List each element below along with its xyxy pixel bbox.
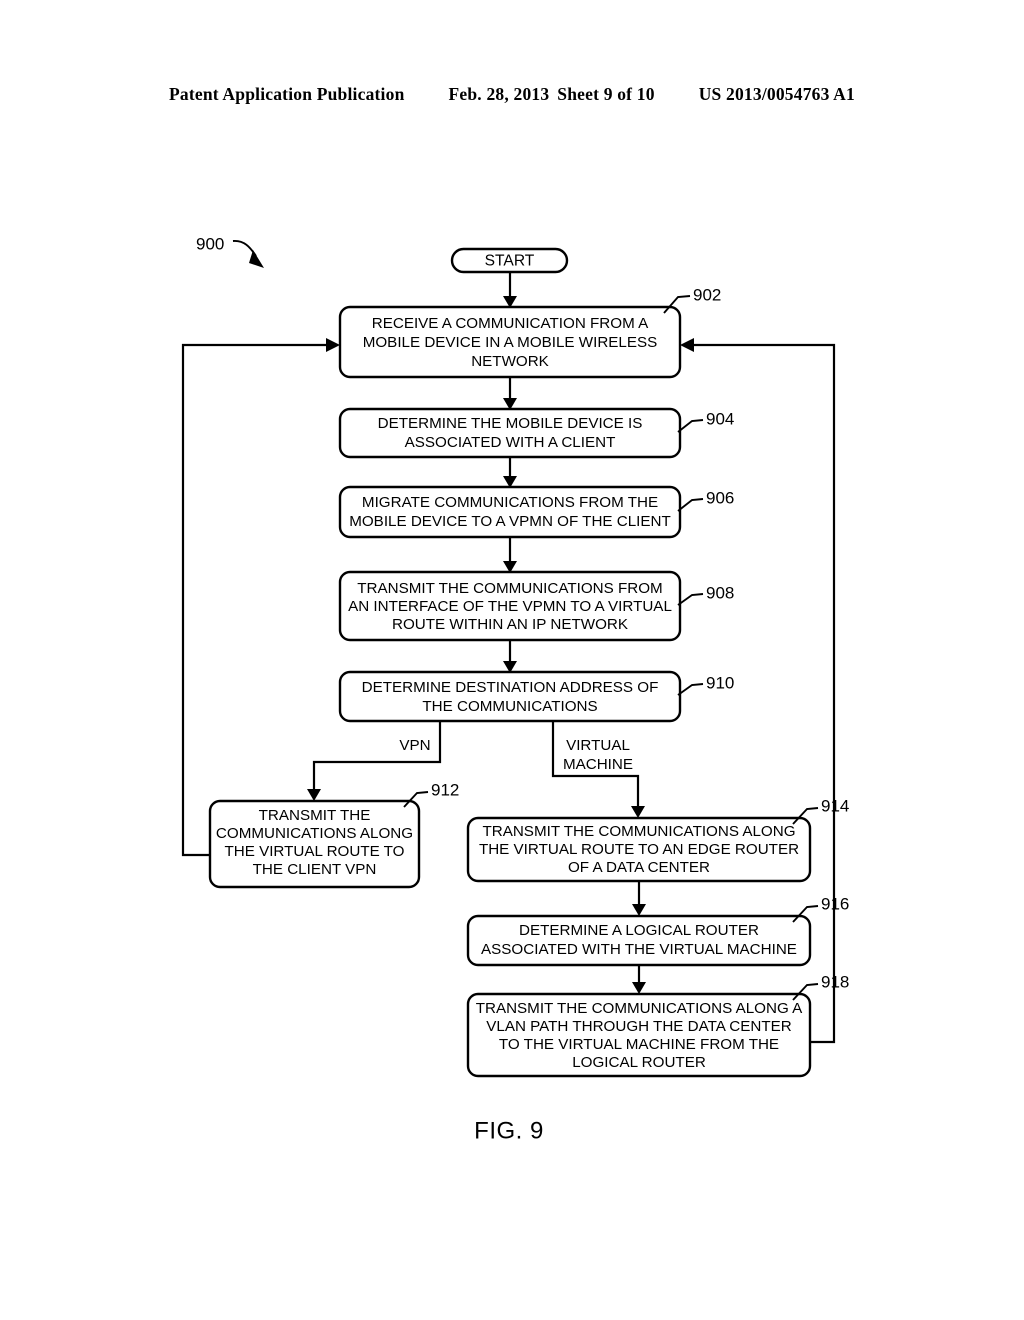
step-ref-912: 912 [431,780,459,799]
figure-caption: FIG. 9 [474,1117,544,1144]
arrowhead-914-to-916 [632,904,646,916]
step-906-line-1: MIGRATE COMMUNICATIONS FROM THE [362,494,658,511]
step-916-line-1: DETERMINE A LOGICAL ROUTER [519,922,759,939]
step-ref-918: 918 [821,972,849,991]
diagram-ref-900: 900 [196,234,224,253]
step-908-line-2: AN INTERFACE OF THE VPMN TO A VIRTUAL [348,598,672,615]
ref-900-arrowhead [249,250,264,268]
branch-label-virtual-machine-line-1: VIRTUAL [566,737,630,754]
step-ref-910: 910 [706,673,734,692]
step-ref-906: 906 [706,488,734,507]
figure-9-flowchart: 900 START RECEIVE A COMMUNICATION FROM A… [0,0,1024,1320]
step-904-line-1: DETERMINE THE MOBILE DEVICE IS [378,415,643,432]
step-918-line-4: LOGICAL ROUTER [572,1054,706,1071]
step-ref-916: 916 [821,894,849,913]
ref-906-leader-line [677,498,704,512]
arrowhead-vm-to-914 [631,806,645,818]
step-918-line-1: TRANSMIT THE COMMUNICATIONS ALONG A [476,1000,803,1017]
step-914-line-3: OF A DATA CENTER [568,859,710,876]
step-910-line-2: THE COMMUNICATIONS [422,698,597,715]
step-908-line-1: TRANSMIT THE COMMUNICATIONS FROM [357,580,662,597]
step-ref-914: 914 [821,796,849,815]
step-902-line-2: MOBILE DEVICE IN A MOBILE WIRELESS [363,334,658,351]
start-node-label: START [485,253,535,270]
step-ref-908: 908 [706,583,734,602]
step-904-line-2: ASSOCIATED WITH A CLIENT [405,434,616,451]
step-912-line-4: THE CLIENT VPN [253,861,377,878]
arrowhead-feedback-left [326,338,340,352]
step-918-line-3: TO THE VIRTUAL MACHINE FROM THE [499,1036,779,1053]
step-906-line-2: MOBILE DEVICE TO A VPMN OF THE CLIENT [349,513,671,530]
step-912-line-2: COMMUNICATIONS ALONG [216,825,413,842]
step-ref-902: 902 [693,285,721,304]
step-ref-904: 904 [706,409,734,428]
step-910-line-1: DETERMINE DESTINATION ADDRESS OF [362,679,659,696]
step-916-line-2: ASSOCIATED WITH THE VIRTUAL MACHINE [481,941,797,958]
ref-910-leader-line [677,683,704,696]
step-912-line-3: THE VIRTUAL ROUTE TO [224,843,404,860]
step-918-line-2: VLAN PATH THROUGH THE DATA CENTER [486,1018,792,1035]
feedback-loop-912-to-902 [181,343,327,857]
branch-label-virtual-machine-line-2: MACHINE [563,756,633,773]
step-902-line-1: RECEIVE A COMMUNICATION FROM A [372,315,649,332]
step-914-line-2: THE VIRTUAL ROUTE TO AN EDGE ROUTER [479,841,799,858]
branch-label-vpn: VPN [399,737,430,754]
arrowhead-feedback-right [680,338,694,352]
arrowhead-vpn-to-912 [307,789,321,801]
step-908-line-3: ROUTE WITHIN AN IP NETWORK [392,616,628,633]
ref-904-leader-line [677,419,704,433]
arrowhead-916-to-918 [632,982,646,994]
ref-908-leader-line [677,593,704,606]
step-914-line-1: TRANSMIT THE COMMUNICATIONS ALONG [482,823,795,840]
branch-path-vpn [312,721,442,790]
step-902-line-3: NETWORK [471,353,549,370]
step-912-line-1: TRANSMIT THE [259,807,371,824]
